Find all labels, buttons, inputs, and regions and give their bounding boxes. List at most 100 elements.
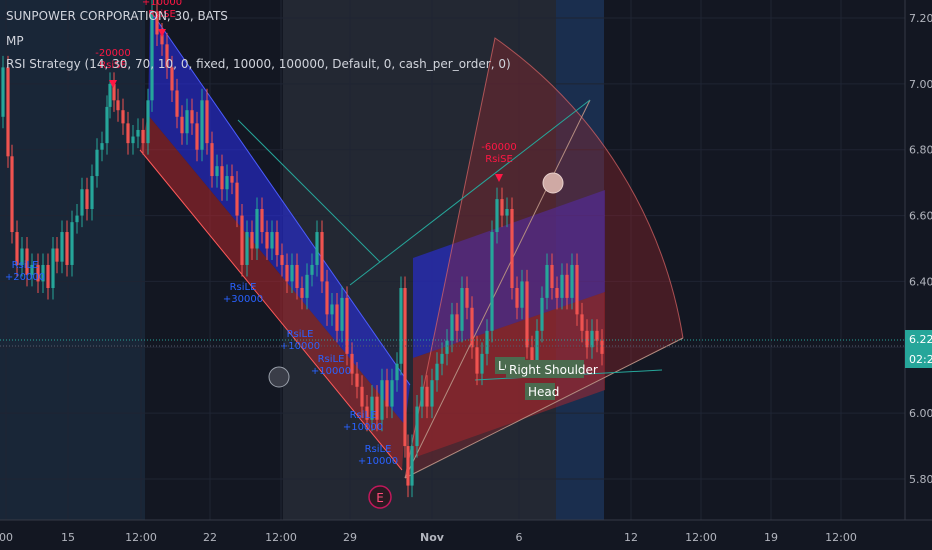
candle-body [220, 166, 224, 190]
candle-body [550, 264, 554, 289]
candle-body [60, 232, 64, 262]
candle-body [141, 129, 145, 144]
candle-body [415, 406, 419, 447]
chart-container[interactable]: RsiLE +20000 RsiLE +30000 RsiLE +10000 RsiLE +1… [0, 0, 932, 550]
event-badge-label: E [376, 491, 384, 505]
candle-body [565, 274, 569, 298]
candle-body [390, 380, 394, 407]
candle-body [275, 232, 279, 256]
candle-body [570, 264, 574, 298]
candle-body [300, 288, 304, 298]
symbol-title: SUNPOWER CORPORATION, 30, BATS [6, 9, 228, 23]
candle-body [575, 264, 579, 315]
candle-body [435, 363, 439, 381]
indicator-mp[interactable]: MP [6, 34, 24, 48]
candle-body [399, 288, 403, 364]
candle-body [535, 330, 539, 364]
candle-body [6, 67, 10, 157]
exit-qty: +10000 [142, 0, 182, 8]
entry-label: RsiLE [12, 260, 39, 271]
y-tick-label: 6.60 [909, 210, 932, 223]
candle-body [105, 106, 109, 144]
candle-body [315, 232, 319, 265]
candle-body [90, 176, 94, 209]
bar-countdown: 02:21 [909, 353, 932, 366]
candle-body [46, 264, 50, 289]
candle-body [121, 110, 125, 124]
candle-body [255, 208, 259, 249]
candle-body [240, 215, 244, 265]
candle-body [285, 264, 289, 282]
y-tick-label: 7.00 [909, 78, 932, 91]
candle-body [425, 386, 429, 407]
candle-body [310, 264, 314, 275]
candle-body [260, 208, 264, 233]
candle-body [320, 232, 324, 282]
candle-body [126, 123, 130, 144]
y-tick-label: 5.80 [909, 473, 932, 486]
candle-body [70, 222, 74, 265]
candle-body [495, 199, 499, 233]
candle-body [131, 136, 135, 144]
candle-body [230, 176, 234, 183]
x-tick-label: 12:00 [685, 531, 717, 544]
entry-qty: +10000 [311, 366, 351, 377]
candle-body [450, 314, 454, 341]
candle-body [360, 386, 364, 407]
y-tick-label: 6.40 [909, 275, 932, 288]
candle-body [85, 189, 89, 209]
candle-body [250, 232, 254, 249]
entry-label: RsiLE [318, 354, 345, 365]
candle-body [345, 297, 349, 354]
exit-qty: -60000 [481, 142, 516, 153]
candle-body [490, 232, 494, 331]
candle-body [195, 123, 199, 150]
candle-body [190, 110, 194, 124]
candle-body [330, 304, 334, 315]
drawing-handle [268, 366, 290, 388]
candle-body [420, 386, 424, 407]
candle-body [1, 67, 5, 117]
candle-body [545, 264, 549, 298]
price-chart[interactable]: RsiLE+20000RsiLE+30000RsiLE+10000RsiLE+1… [0, 0, 932, 550]
x-tick-label: 6 [516, 531, 523, 544]
y-tick-label: 6.00 [909, 407, 932, 420]
y-tick-label: 7.20 [909, 12, 932, 25]
candle-body [340, 297, 344, 331]
right-shoulder-label: Right Shoulder [509, 363, 598, 377]
candle-body [116, 100, 120, 111]
candle-body [440, 353, 444, 364]
candle-body [108, 83, 112, 107]
strategy-title[interactable]: RSI Strategy (14, 30, 70, 10, 0, fixed, … [6, 57, 511, 71]
candle-body [245, 232, 249, 265]
entry-label: RsiLE [230, 282, 257, 293]
x-tick-label: 12:00 [265, 531, 297, 544]
candle-body [600, 340, 604, 354]
candle-body [480, 353, 484, 374]
candle-body [200, 100, 204, 150]
candle-body [10, 156, 14, 233]
candle-body [505, 208, 509, 216]
entry-qty: +20000 [5, 272, 45, 283]
candle-body [325, 281, 329, 315]
entry-label: RsiLE [365, 444, 392, 455]
candle-body [210, 143, 214, 177]
candle-body [510, 208, 514, 289]
candle-body [445, 340, 449, 354]
candle-body [500, 199, 504, 216]
entry-label: RsiLE [287, 329, 314, 340]
candle-body [520, 281, 524, 308]
candle-body [55, 248, 59, 262]
candle-body [225, 176, 229, 190]
candle-body [146, 100, 150, 144]
entry-qty: +10000 [343, 422, 383, 433]
candle-body [185, 110, 189, 134]
candle-body [580, 314, 584, 331]
entry-qty: +30000 [223, 294, 263, 305]
candle-body [51, 248, 55, 289]
exit-label: RsiSE [485, 154, 513, 165]
candle-body [270, 232, 274, 249]
x-tick-label: 12:00 [125, 531, 157, 544]
last-price-value: 6.22 [909, 333, 932, 346]
candle-body [305, 274, 309, 298]
